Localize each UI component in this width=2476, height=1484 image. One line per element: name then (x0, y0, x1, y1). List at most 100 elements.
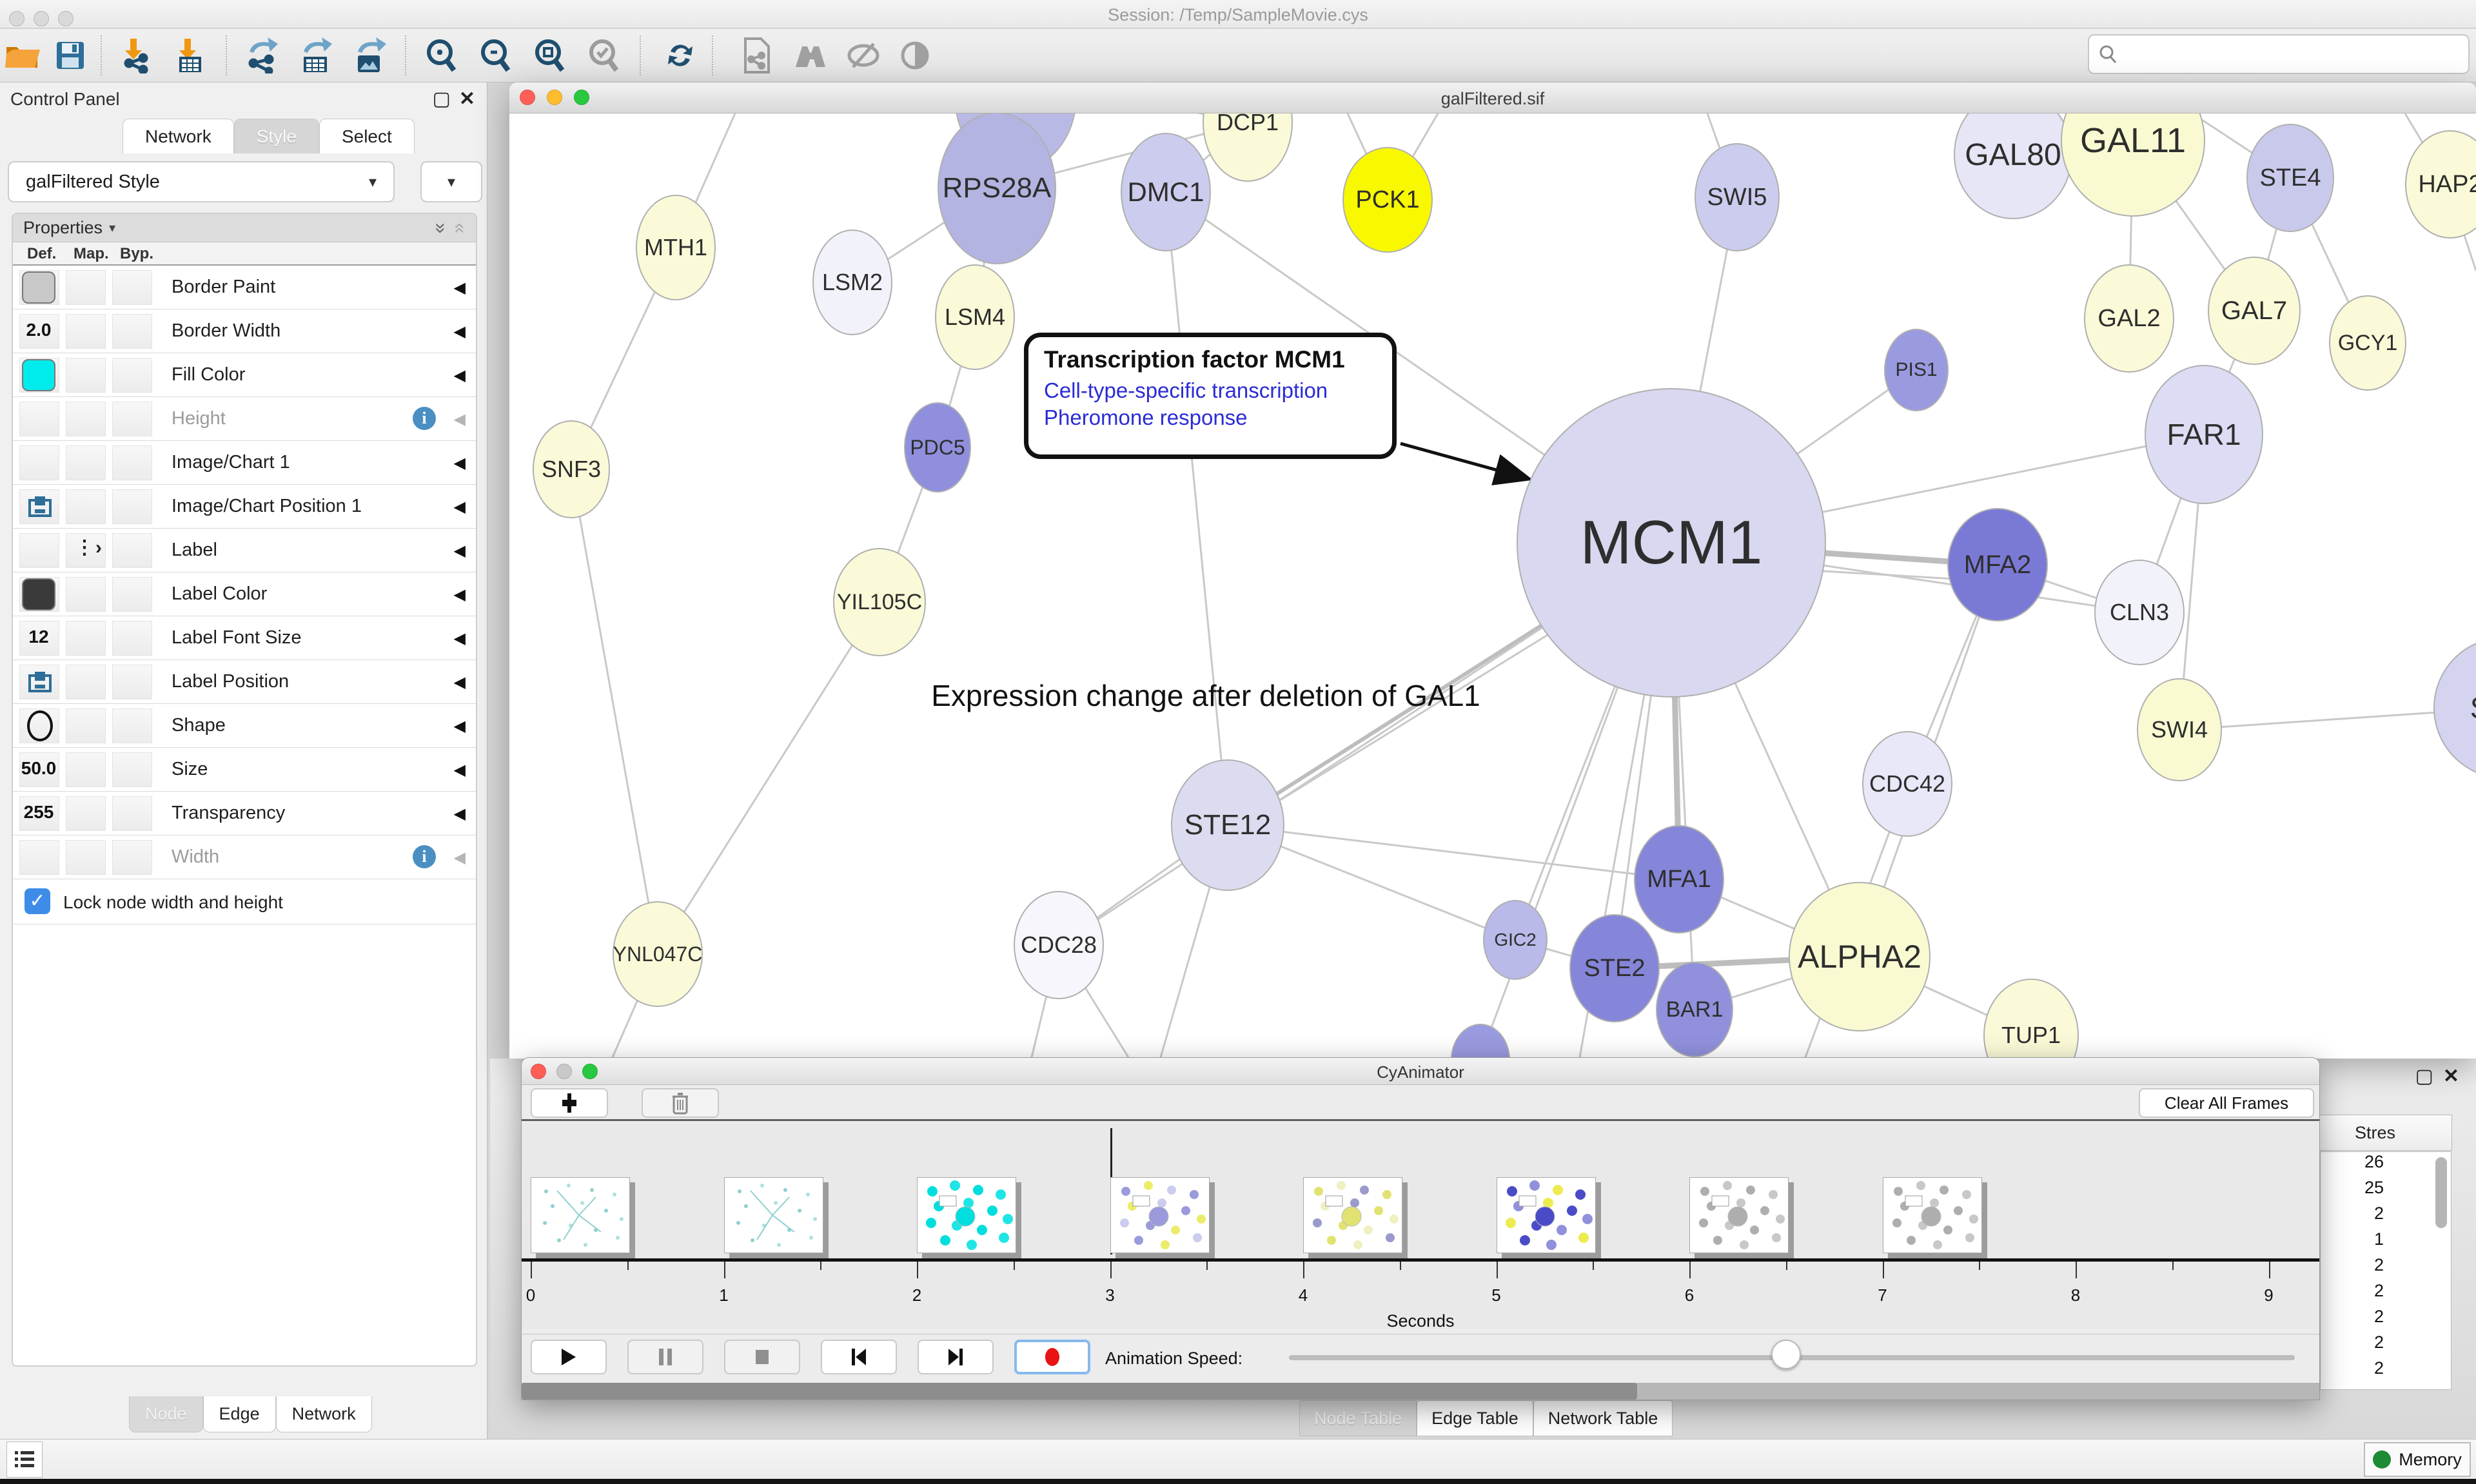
mapping-cell[interactable] (66, 358, 106, 393)
frame-thumbnail-5[interactable] (1497, 1177, 1596, 1253)
network-node-YNL047C[interactable]: YNL047C (613, 901, 703, 1007)
mapping-cell[interactable] (66, 621, 106, 656)
network-node-GCY1[interactable]: GCY1 (2329, 295, 2406, 391)
property-row-border-paint[interactable]: Border Paint◀ (13, 266, 476, 309)
color-swatch[interactable] (22, 578, 55, 610)
style-options-dropdown-button[interactable]: ▾ (420, 161, 482, 202)
expand-row-icon[interactable]: ◀ (454, 585, 466, 604)
info-icon[interactable]: i (413, 845, 436, 868)
refresh-view-icon[interactable] (659, 34, 702, 77)
default-value-cell[interactable] (19, 840, 59, 875)
expand-row-icon[interactable]: ◀ (454, 542, 466, 560)
expand-row-icon[interactable]: ◀ (454, 278, 466, 297)
expand-row-icon[interactable]: ◀ (454, 805, 466, 823)
float-panel-icon[interactable]: ▢ (2415, 1065, 2433, 1088)
network-node-MFA2[interactable]: MFA2 (1947, 508, 2048, 621)
property-row-width[interactable]: Widthi◀ (13, 835, 476, 879)
bypass-cell[interactable] (112, 752, 152, 787)
tab-edge[interactable]: Edge (203, 1396, 276, 1432)
expand-row-icon[interactable]: ◀ (454, 717, 466, 736)
mapping-cell[interactable] (66, 796, 106, 831)
default-value[interactable]: 12 (13, 627, 64, 647)
default-value-cell[interactable] (19, 533, 59, 568)
bypass-cell[interactable] (112, 402, 152, 436)
bypass-cell[interactable] (112, 533, 152, 568)
stop-button[interactable] (724, 1340, 800, 1374)
search-input[interactable] (2117, 44, 2459, 64)
network-node-LSM4[interactable]: LSM4 (935, 264, 1015, 370)
bypass-cell[interactable] (112, 445, 152, 480)
network-node-MTH1[interactable]: MTH1 (636, 195, 716, 300)
mapping-cell[interactable] (66, 840, 106, 875)
property-row-label-font-size[interactable]: 12Label Font Size◀ (13, 616, 476, 660)
frame-thumbnail-2[interactable] (917, 1177, 1016, 1253)
network-node-GAL2[interactable]: GAL2 (2084, 264, 2174, 373)
go-to-start-button[interactable] (821, 1340, 897, 1374)
tab-network[interactable]: Network (123, 119, 234, 153)
mapping-cell[interactable] (66, 708, 106, 743)
tab-node[interactable]: Node (129, 1396, 203, 1432)
expand-row-icon[interactable]: ◀ (454, 454, 466, 473)
zoom-selected-icon[interactable] (583, 34, 625, 77)
table-cell-value[interactable]: 2 (2321, 1307, 2451, 1333)
open-session-icon[interactable] (1, 34, 44, 77)
network-edge[interactable] (658, 602, 879, 954)
property-row-border-width[interactable]: 2.0Border Width◀ (13, 309, 476, 353)
mapping-cell[interactable] (66, 270, 106, 305)
bypass-cell[interactable] (112, 708, 152, 743)
bypass-cell[interactable] (112, 840, 152, 875)
expand-row-icon[interactable]: ◀ (454, 848, 466, 867)
network-node-BAR1[interactable]: BAR1 (1656, 962, 1733, 1057)
bypass-cell[interactable] (112, 270, 152, 305)
export-table-icon[interactable] (294, 34, 337, 77)
bypass-cell[interactable] (112, 665, 152, 699)
cyanimator-hscroll-thumb[interactable] (522, 1383, 1637, 1400)
network-node-YIL105C[interactable]: YIL105C (833, 548, 926, 656)
frame-thumbnail-0[interactable] (531, 1177, 630, 1253)
default-value[interactable]: 2.0 (13, 320, 64, 340)
table-cell-value[interactable]: 2 (2321, 1333, 2451, 1358)
mapping-cell[interactable] (66, 314, 106, 349)
network-node-PIS1[interactable]: PIS1 (1884, 329, 1949, 411)
network-node-SNF3[interactable]: SNF3 (533, 420, 610, 518)
save-session-icon[interactable] (49, 34, 92, 77)
bypass-cell[interactable] (112, 796, 152, 831)
bypass-cell[interactable] (112, 358, 152, 393)
tab-network-bottom[interactable]: Network (276, 1396, 372, 1432)
network-node-DMC1[interactable]: DMC1 (1121, 133, 1211, 251)
export-network-icon[interactable] (240, 34, 282, 77)
zoom-out-icon[interactable] (475, 34, 517, 77)
table-cell-value[interactable]: 2 (2321, 1281, 2451, 1307)
network-node-SWI5[interactable]: SWI5 (1695, 143, 1780, 251)
network-node-CDC42[interactable]: CDC42 (1862, 731, 1952, 837)
expand-all-icon[interactable]: » (429, 222, 451, 233)
default-value-cell[interactable] (19, 402, 59, 436)
network-edge[interactable] (1166, 192, 1228, 825)
color-swatch[interactable] (22, 359, 55, 391)
go-to-end-button[interactable] (918, 1340, 994, 1374)
property-row-image-chart-1[interactable]: Image/Chart 1◀ (13, 441, 476, 485)
table-cell-value[interactable]: 2 (2321, 1255, 2451, 1281)
network-node-MCM1[interactable]: MCM1 (1517, 388, 1826, 698)
network-node-STE2[interactable]: STE2 (1569, 914, 1660, 1022)
memory-indicator[interactable]: Memory (2364, 1442, 2471, 1477)
network-edge[interactable] (2179, 708, 2476, 730)
mapping-cell[interactable] (66, 402, 106, 436)
expand-row-icon[interactable]: ◀ (454, 673, 466, 692)
expand-row-icon[interactable]: ◀ (454, 629, 466, 648)
table-cell-value[interactable]: 25 (2321, 1178, 2451, 1204)
mapping-cell[interactable] (66, 445, 106, 480)
expand-row-icon[interactable]: ◀ (454, 366, 466, 385)
tab-style[interactable]: Style (234, 119, 319, 153)
toolbar-search-box[interactable] (2088, 34, 2470, 74)
expand-row-icon[interactable]: ◀ (454, 498, 466, 516)
import-table-icon[interactable] (169, 34, 211, 77)
ellipse-shape-icon[interactable] (27, 710, 53, 741)
property-row-size[interactable]: 50.0Size◀ (13, 748, 476, 792)
property-row-label[interactable]: ⋮›Label◀ (13, 529, 476, 572)
mapping-cell[interactable] (66, 665, 106, 699)
default-value[interactable]: 50.0 (13, 758, 64, 779)
property-row-label-color[interactable]: Label Color◀ (13, 572, 476, 616)
lock-node-size-checkbox[interactable]: ✓ (25, 888, 50, 914)
collapse-all-icon[interactable]: « (449, 222, 471, 233)
